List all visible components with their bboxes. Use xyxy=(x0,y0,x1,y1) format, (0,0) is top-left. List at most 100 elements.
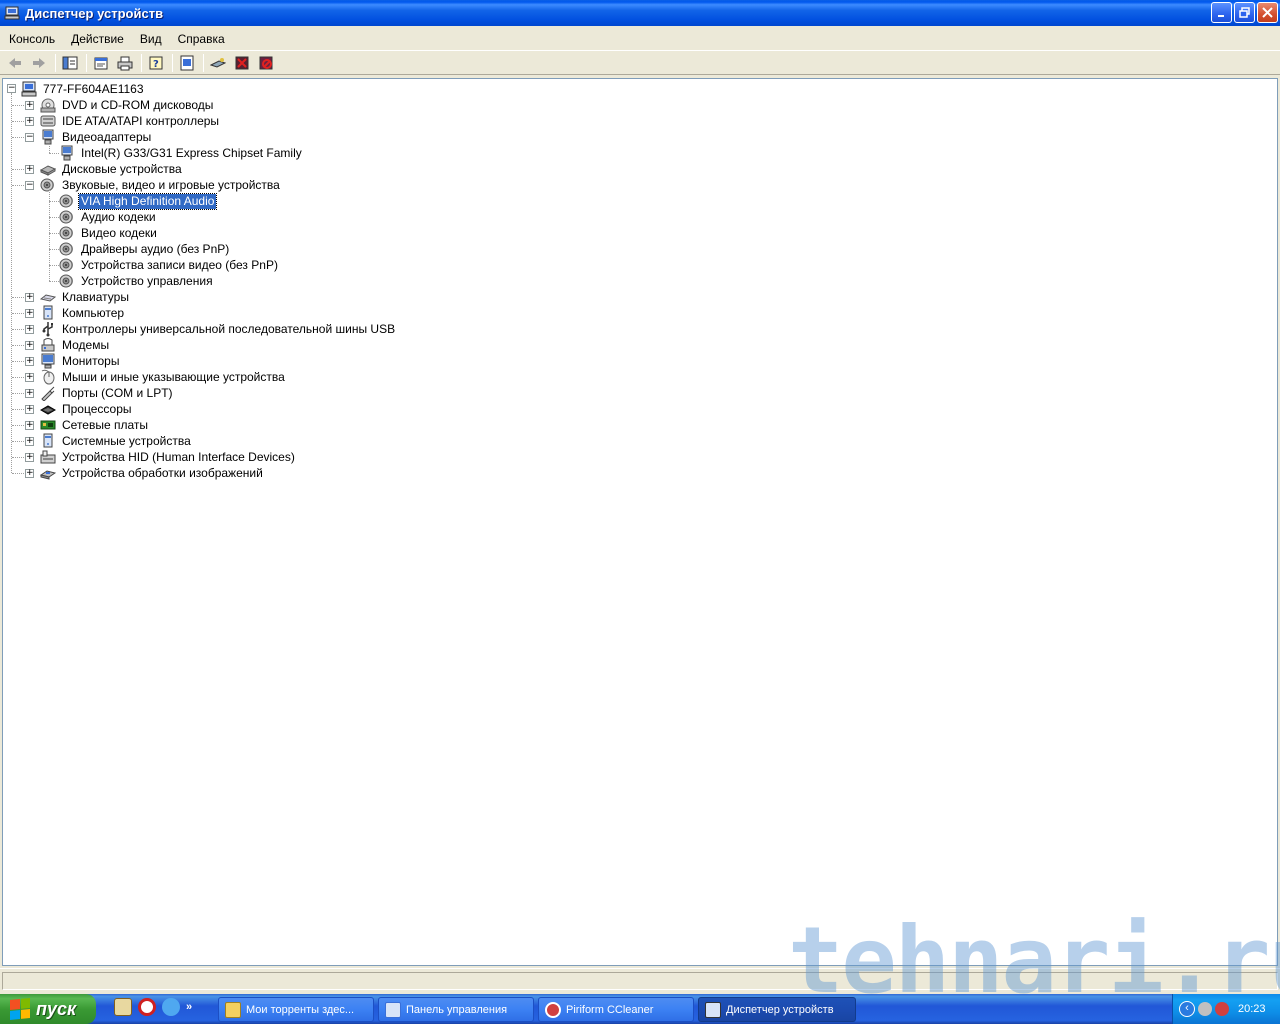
tree-item-label: Клавиатуры xyxy=(62,289,129,304)
properties-button[interactable] xyxy=(90,53,112,73)
disable-button[interactable] xyxy=(255,53,277,73)
tree-item[interactable]: Компьютер xyxy=(40,305,126,321)
tree-expand-toggle[interactable]: + xyxy=(25,453,34,462)
tree-item-label: IDE ATA/ATAPI контроллеры xyxy=(62,113,220,128)
tree-expand-toggle[interactable]: + xyxy=(25,165,34,174)
tree-item[interactable]: VIA High Definition Audio xyxy=(59,192,218,210)
svg-text:?: ? xyxy=(153,59,159,70)
help-button[interactable]: ? xyxy=(145,53,167,73)
tree-item[interactable]: Устройства HID (Human Interface Devices) xyxy=(40,449,297,465)
tree-item[interactable]: Порты (COM и LPT) xyxy=(40,385,175,402)
imaging-device-icon xyxy=(39,465,57,481)
taskbar-button-torrents[interactable]: Мои торренты здес... xyxy=(218,997,374,1022)
tree-item[interactable]: Видеоадаптеры xyxy=(40,129,153,145)
toolbar-separator xyxy=(172,53,173,72)
tree-expand-toggle[interactable]: + xyxy=(25,389,34,398)
menu-action[interactable]: Действие xyxy=(64,29,131,49)
tree-item[interactable]: Звуковые, видео и игровые устройства xyxy=(40,177,282,193)
tray-network-icon[interactable] xyxy=(1198,1002,1212,1016)
tree-item[interactable]: Контроллеры универсальной последовательн… xyxy=(40,321,397,337)
update-driver-button[interactable] xyxy=(176,53,198,73)
mouse-icon xyxy=(40,369,56,385)
toolbar-separator xyxy=(203,53,204,72)
hid-icon xyxy=(40,449,56,465)
title-bar[interactable]: Диспетчер устройств xyxy=(0,0,1280,26)
tray-expand-button[interactable]: ‹ xyxy=(1179,1001,1195,1017)
tree-item[interactable]: Системные устройства xyxy=(40,433,193,449)
uninstall-button[interactable] xyxy=(231,53,253,73)
tree-item[interactable]: Мыши и иные указывающие устройства xyxy=(40,369,287,385)
tree-item-label: Процессоры xyxy=(62,401,132,416)
taskbar-button-device-manager[interactable]: Диспетчер устройств xyxy=(698,997,856,1022)
tree-item[interactable]: Клавиатуры xyxy=(39,289,131,305)
tree-expand-toggle[interactable]: + xyxy=(25,469,34,478)
tree-root-label: 777-FF604AE1163 xyxy=(43,81,144,96)
tree-expand-toggle[interactable]: + xyxy=(25,357,34,366)
tree-item[interactable]: Intel(R) G33/G31 Express Chipset Family xyxy=(59,145,304,161)
tree-expand-toggle[interactable]: + xyxy=(25,437,34,446)
menu-view[interactable]: Вид xyxy=(133,29,169,49)
tree-expand-toggle[interactable]: + xyxy=(25,117,34,126)
scan-hardware-button[interactable] xyxy=(207,53,229,73)
start-button[interactable]: пуск xyxy=(0,994,96,1024)
tree-item[interactable]: Процессоры xyxy=(39,401,134,417)
tree-connector-line xyxy=(12,361,26,362)
tree-expand-toggle[interactable]: − xyxy=(25,181,34,190)
tree-expand-toggle[interactable]: + xyxy=(25,325,34,334)
tray-clock[interactable]: 20:23 xyxy=(1238,1003,1266,1015)
restore-button[interactable] xyxy=(1234,2,1255,23)
tree-expand-toggle[interactable]: + xyxy=(25,293,34,302)
display-adapter-icon xyxy=(40,129,56,145)
back-button[interactable] xyxy=(4,53,26,73)
tree-item[interactable]: IDE ATA/ATAPI контроллеры xyxy=(40,113,221,129)
print-button[interactable] xyxy=(114,53,136,73)
tree-item[interactable]: Мониторы xyxy=(40,353,121,369)
tree-expand-toggle[interactable]: + xyxy=(25,405,34,414)
tree-expand-toggle[interactable]: + xyxy=(25,373,34,382)
tree-item[interactable]: DVD и CD-ROM дисководы xyxy=(40,97,215,113)
minimize-button[interactable] xyxy=(1211,2,1232,23)
tree-item[interactable]: Видео кодеки xyxy=(59,225,159,241)
taskbar-button-ccleaner[interactable]: Piriform CCleaner xyxy=(538,997,694,1022)
forward-button[interactable] xyxy=(28,53,50,73)
tree-expand-toggle[interactable]: + xyxy=(25,421,34,430)
tree-root[interactable]: 777-FF604AE1163 xyxy=(21,81,146,97)
menu-help[interactable]: Справка xyxy=(171,29,232,49)
tree-item[interactable]: Дисковые устройства xyxy=(39,161,184,177)
tree-collapse-toggle[interactable]: − xyxy=(7,84,16,93)
tree-connector-line xyxy=(49,249,59,250)
tree-expand-toggle[interactable]: + xyxy=(25,341,34,350)
tree-item-label: Дисковые устройства xyxy=(62,161,182,176)
taskbar-button-control-panel[interactable]: Панель управления xyxy=(378,997,534,1022)
tree-item-label: VIA High Definition Audio xyxy=(77,192,218,210)
tree-item[interactable]: Сетевые платы xyxy=(40,417,150,433)
tree-item[interactable]: Устройства записи видео (без PnP) xyxy=(59,257,280,273)
quick-launch-more-button[interactable]: » xyxy=(186,1001,192,1013)
sound-device-icon xyxy=(40,177,56,193)
menu-console[interactable]: Консоль xyxy=(2,29,62,49)
quick-launch-ie-icon[interactable] xyxy=(162,998,180,1016)
tree-item[interactable]: Драйверы аудио (без PnP) xyxy=(59,241,231,257)
taskbar-button-label: Мои торренты здес... xyxy=(246,1003,355,1016)
tree-expand-toggle[interactable]: + xyxy=(25,101,34,110)
tray-ccleaner-icon[interactable] xyxy=(1215,1002,1229,1016)
close-button[interactable] xyxy=(1257,2,1278,23)
sound-device-icon xyxy=(59,209,75,225)
tree-expand-toggle[interactable]: + xyxy=(25,309,34,318)
tree-item[interactable]: Устройство управления xyxy=(59,273,215,289)
tree-connector-line xyxy=(12,137,26,138)
tree-connector-line xyxy=(49,201,59,202)
tree-item[interactable]: Устройства обработки изображений xyxy=(39,465,265,481)
tree-expand-toggle[interactable]: − xyxy=(25,133,34,142)
show-hide-tree-icon xyxy=(62,56,78,69)
sound-device-icon xyxy=(59,193,75,209)
tree-item[interactable]: Аудио кодеки xyxy=(59,209,158,225)
toolbar: ? xyxy=(0,51,1280,75)
network-card-icon xyxy=(40,417,56,433)
quick-launch-opera-icon[interactable] xyxy=(138,998,156,1016)
show-hide-tree-button[interactable] xyxy=(59,53,81,73)
properties-icon xyxy=(94,57,108,69)
device-tree[interactable]: − 777-FF604AE1163 + DVD и CD-ROM дисковод… xyxy=(2,78,1278,966)
quick-launch-security-icon[interactable] xyxy=(114,998,132,1016)
tree-item[interactable]: Модемы xyxy=(40,337,111,353)
